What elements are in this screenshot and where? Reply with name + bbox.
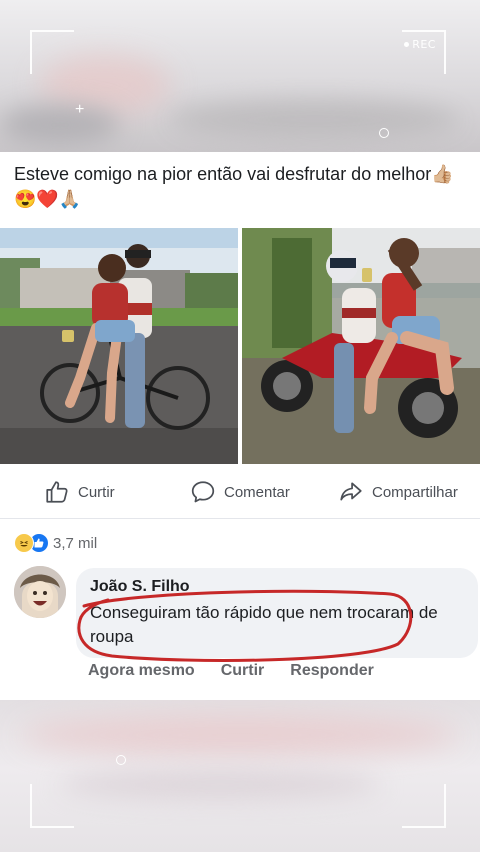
- comment-meta: Agora mesmo Curtir Responder: [88, 662, 374, 680]
- avatar-face-icon: [14, 566, 66, 618]
- share-button[interactable]: Compartilhar: [338, 479, 458, 505]
- camera-frame-corner-top-left: [30, 30, 74, 74]
- bicycle-photo-illustration: [0, 228, 238, 464]
- haha-icon: [14, 533, 34, 553]
- post-card: Esteve comigo na pior então vai desfruta…: [0, 152, 480, 700]
- comment-bubble-icon: [191, 481, 215, 503]
- share-label: Compartilhar: [372, 483, 458, 501]
- blurred-background-bottom: [0, 700, 480, 852]
- reaction-icons: [14, 533, 49, 553]
- reaction-count: 3,7 mil: [53, 534, 98, 552]
- focus-ring-icon: [116, 755, 126, 765]
- photo-motorcycle[interactable]: [242, 228, 480, 464]
- avatar[interactable]: [14, 566, 66, 618]
- like-button[interactable]: Curtir: [44, 479, 115, 505]
- post-actions: Curtir Comentar Compartilhar: [0, 474, 480, 510]
- divider: [0, 518, 480, 519]
- crosshair-plus-icon: +: [75, 101, 85, 118]
- comment-reply-button[interactable]: Responder: [290, 662, 374, 680]
- comment-time: Agora mesmo: [88, 662, 195, 679]
- post-photos[interactable]: [0, 228, 480, 464]
- comment-label: Comentar: [224, 483, 290, 501]
- focus-ring-icon: [379, 128, 389, 138]
- red-circle-annotation: [77, 589, 413, 662]
- camera-frame-corner-bottom-left: [30, 784, 74, 828]
- like-label: Curtir: [78, 483, 115, 501]
- post-text: Esteve comigo na pior então vai desfruta…: [14, 164, 454, 209]
- rec-label: REC: [412, 38, 436, 51]
- rec-indicator: REC: [404, 38, 436, 51]
- thumbs-up-icon: [46, 481, 68, 503]
- blur-smudge: [60, 770, 380, 800]
- blurred-background-top: [0, 0, 480, 152]
- camera-frame-corner-top-right: [402, 30, 446, 74]
- blur-smudge: [170, 100, 460, 140]
- comment-like-button[interactable]: Curtir: [221, 662, 265, 680]
- reactions-summary[interactable]: 3,7 mil: [14, 533, 97, 553]
- blur-smudge: [20, 715, 460, 755]
- photo-bicycle[interactable]: [0, 228, 238, 464]
- motorcycle-photo-illustration: [242, 228, 480, 464]
- record-dot-icon: [404, 42, 410, 47]
- camera-frame-corner-bottom-right: [402, 784, 446, 828]
- share-arrow-icon: [340, 482, 362, 501]
- comment-bubble: João S. Filho Conseguiram tão rápido que…: [76, 568, 478, 662]
- comment-button[interactable]: Comentar: [190, 479, 290, 505]
- blur-smudge: [0, 105, 120, 145]
